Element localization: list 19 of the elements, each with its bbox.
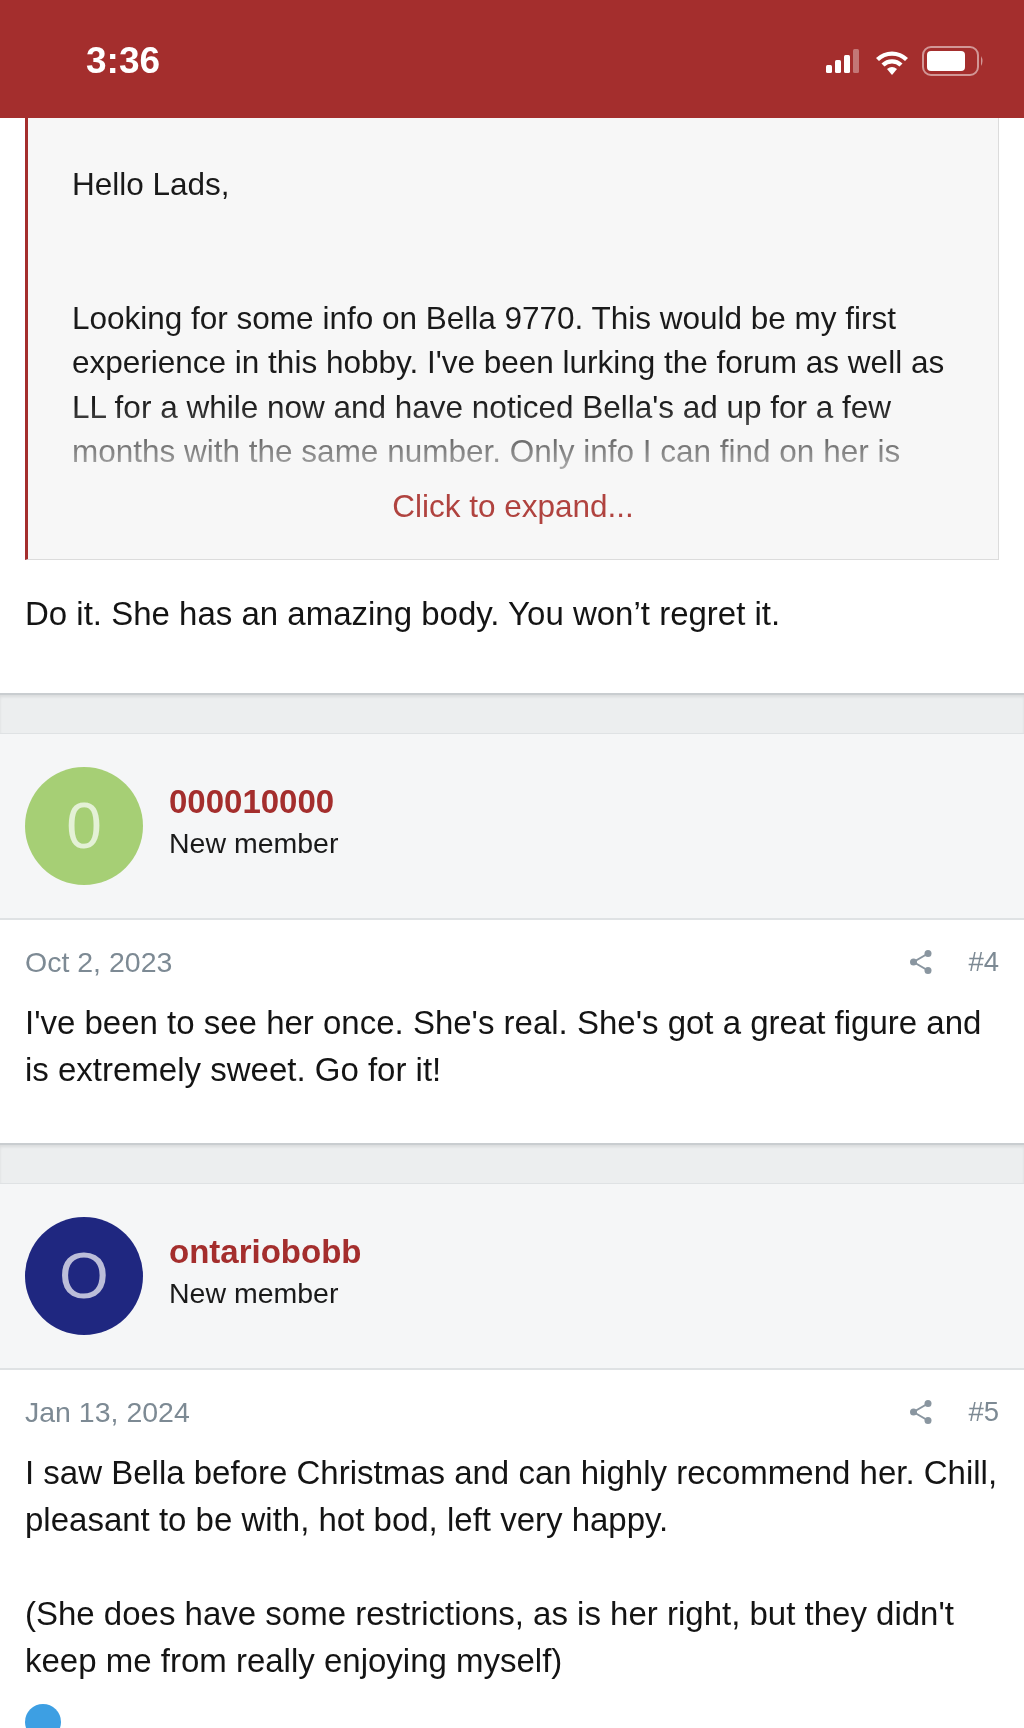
post-text: (She does have some restrictions, as is her right, but they didn't keep me from really enjoying myself) bbox=[25, 1593, 955, 1681]
post-text: I've been to see her once. She's real. She's got a great figure and is extremely sweet. Go for it! bbox=[25, 1002, 983, 1090]
avatar[interactable]: O bbox=[25, 1216, 143, 1335]
username-link[interactable]: 000010000 bbox=[169, 783, 339, 821]
quote-text: Hello Lads, bbox=[72, 165, 231, 204]
signal-icon bbox=[826, 49, 862, 73]
expand-link[interactable]: Click to expand... bbox=[392, 487, 634, 524]
post-text: Do it. She has an amazing body. You won’t regret it. bbox=[25, 593, 782, 634]
username-link[interactable]: ontariobobb bbox=[169, 1233, 362, 1271]
user-role: New member bbox=[169, 1277, 340, 1310]
post-date: Jan 13, 2024 bbox=[25, 1395, 191, 1429]
post-number-link[interactable]: #5 bbox=[968, 1396, 999, 1428]
post-text: I saw Bella before Christmas and can highly recommend her. Chill, pleasant to be with, hot bod, left very happy. bbox=[25, 1452, 999, 1540]
quote-text: Looking for some info on Bella 9770. This would be my first experience in this hobby. I've been lurking the forum as well as LL for a while now and have noticed Bella's ad up for a few months with the same number. Only info I can find on her is bbox=[72, 298, 946, 471]
post-number-link[interactable]: #4 bbox=[968, 946, 999, 978]
post-date: Oct 2, 2023 bbox=[25, 945, 174, 979]
battery-icon bbox=[922, 46, 984, 76]
user-role: New member bbox=[169, 827, 339, 860]
clock-time: 3:36 bbox=[86, 40, 161, 82]
